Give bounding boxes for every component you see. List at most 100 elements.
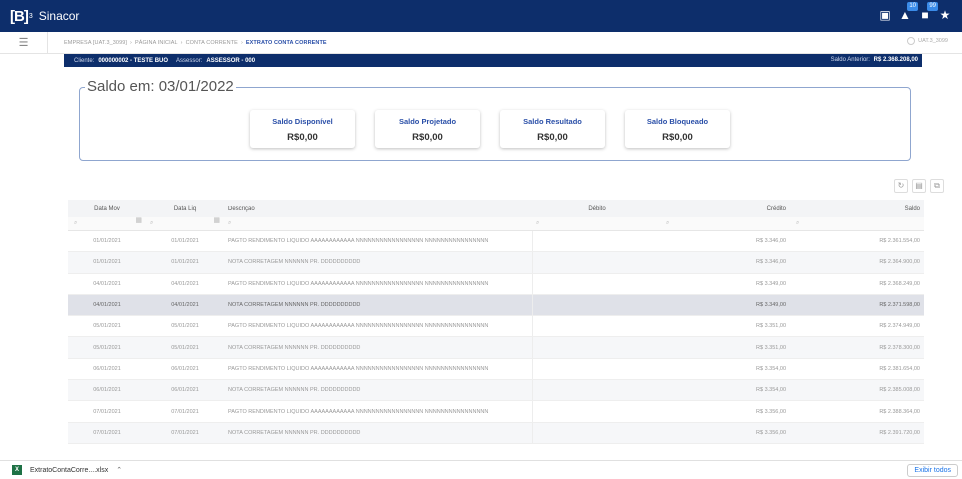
cell-descricao: NOTA CORRETAGEM NNNNNN PR. DDDDDDDDDD [228, 344, 361, 351]
notification-icon[interactable]: ▲ 10 [898, 2, 918, 22]
col-header-descricao[interactable]: Descrição [224, 206, 532, 212]
cell-data-liq: 04/01/2021 [171, 280, 199, 287]
table-row[interactable]: 06/01/2021 06/01/2021 PAGTO RENDIMENTO LÍQ… [68, 358, 924, 381]
table-row[interactable]: 05/01/2021 05/01/2021 PAGTO RENDIMENTO LÍQ… [68, 316, 924, 338]
copy-icon[interactable]: ⧉ [930, 179, 944, 193]
cell-descricao: NOTA CORRETAGEM NNNNNN PR. DDDDDDDDDD [228, 259, 361, 266]
cell-credito: R$ 3.351,00 [756, 323, 786, 330]
table-header: Data Mov Data Liq Descrição Débito Crédi… [68, 200, 924, 217]
header-icons: ▣ ▲ 10 ■ 99 ★ [878, 2, 952, 22]
table-row[interactable]: 05/01/2021 05/01/2021 NOTA CORRETAGEM NNNN… [68, 337, 924, 359]
table-row[interactable]: 04/01/2021 04/01/2021 PAGTO RENDIMENTO LÍQ… [68, 273, 924, 295]
calendar-icon[interactable]: ▦ [213, 216, 220, 224]
cell-data-liq: 01/01/2021 [171, 259, 199, 266]
favorite-star-icon[interactable]: ★ [938, 8, 952, 22]
logo-mark: [B] [10, 7, 29, 25]
table-row[interactable]: 01/01/2021 01/01/2021 PAGTO RENDIMENTO LÍQ… [68, 231, 924, 253]
breadcrumb-conta-corrente[interactable]: CONTA CORRENTE [186, 40, 238, 46]
table-actions: ↻ ▤ ⧉ [894, 179, 944, 193]
cell-data-mov: 06/01/2021 [93, 387, 121, 394]
message-badge: 99 [927, 2, 938, 11]
card-value: R$0,00 [412, 132, 443, 143]
card-value: R$0,00 [537, 132, 568, 143]
user-name: UAT.3_3099 [918, 38, 948, 44]
col-header-credito[interactable]: Crédito [662, 206, 792, 212]
card-label: Saldo Disponível [272, 117, 333, 126]
assessor-value: ASSESSOR - 000 [206, 57, 256, 64]
notification-badge: 10 [907, 2, 918, 11]
cell-data-mov: 01/01/2021 [93, 238, 121, 245]
filter-saldo[interactable]: ⌕ [792, 220, 924, 227]
breadcrumb-bar: ☰ EMPRESA [UAT.3_3099] › PÁGINA INICIAL › … [0, 31, 962, 54]
cell-data-mov: 05/01/2021 [93, 344, 121, 351]
document-icon[interactable]: ▤ [912, 179, 926, 193]
card-label: Saldo Resultado [523, 117, 582, 126]
card-saldo-resultado: Saldo Resultado R$0,00 [500, 110, 605, 148]
col-header-data-liq[interactable]: Data Liq [146, 206, 224, 212]
cell-debito [532, 337, 662, 358]
search-icon: ⌕ [796, 220, 800, 226]
breadcrumb-empresa[interactable]: EMPRESA [UAT.3_3099] [64, 40, 127, 46]
cell-credito: R$ 3.356,00 [756, 408, 786, 415]
cell-debito [532, 401, 662, 422]
cell-saldo: R$ 2.381.654,00 [879, 365, 920, 372]
card-saldo-projetado: Saldo Projetado R$0,00 [375, 110, 480, 148]
download-filename[interactable]: ExtratoContaCorre....xlsx [30, 467, 108, 474]
table-row[interactable]: 07/01/2021 07/01/2021 PAGTO RENDIMENTO LÍQ… [68, 401, 924, 423]
window-icon[interactable]: ▣ [878, 8, 892, 22]
saldo-title: Saldo em: 03/01/2022 [85, 78, 236, 95]
cell-credito: R$ 3.349,00 [756, 302, 786, 309]
cell-debito [532, 231, 662, 252]
cell-debito [532, 316, 662, 337]
message-icon[interactable]: ■ 99 [918, 2, 938, 22]
cell-data-mov: 06/01/2021 [93, 365, 121, 372]
breadcrumb-extrato: EXTRATO CONTA CORRENTE [245, 39, 327, 46]
cell-debito [532, 252, 662, 273]
refresh-icon[interactable]: ↻ [894, 179, 908, 193]
table-row[interactable]: 04/01/2021 04/01/2021 NOTA CORRETAGEM NNNN… [68, 294, 924, 317]
filter-descricao[interactable]: ⌕ [224, 220, 532, 227]
calendar-icon[interactable]: ▦ [135, 216, 142, 224]
search-icon: ⌕ [228, 220, 232, 226]
search-icon: ⌕ [74, 220, 78, 226]
cell-descricao: PAGTO RENDIMENTO LÍQUIDO AAAAAAAAAAAA NN… [228, 280, 489, 287]
cell-debito [532, 294, 662, 316]
cell-data-liq: 01/01/2021 [171, 238, 199, 245]
download-bar: X ExtratoContaCorre....xlsx ⌃ Exibir tod… [0, 460, 962, 479]
filter-data-liq[interactable]: ⌕ ▦ [146, 217, 224, 227]
cell-saldo: R$ 2.391.720,00 [879, 429, 920, 436]
logo-superscript: 3 [28, 12, 33, 20]
filter-credito[interactable]: ⌕ [662, 220, 792, 227]
table-row[interactable]: 07/01/2021 07/01/2021 NOTA CORRETAGEM NNNN… [68, 422, 924, 444]
saldo-anterior: Saldo Anterior: R$ 2.368.208,00 [831, 57, 918, 63]
filter-data-mov[interactable]: ⌕ ▦ [68, 217, 146, 227]
col-header-saldo[interactable]: Saldo [792, 206, 924, 212]
table-row[interactable]: 06/01/2021 06/01/2021 NOTA CORRETAGEM NNNN… [68, 380, 924, 402]
col-header-debito[interactable]: Débito [532, 200, 662, 217]
filter-debito[interactable]: ⌕ [532, 217, 662, 230]
menu-icon[interactable]: ☰ [0, 31, 48, 54]
cliente-value: 000000002 - TESTE BUO [98, 57, 169, 64]
col-header-data-mov[interactable]: Data Mov [68, 206, 146, 212]
assessor-label: Assessor: [176, 57, 203, 64]
app-logo[interactable]: [B] 3 Sinacor [10, 8, 79, 25]
card-label: Saldo Projetado [398, 117, 457, 126]
table-body: 01/01/2021 01/01/2021 PAGTO RENDIMENTO LÍQ… [68, 231, 924, 444]
cell-data-mov: 04/01/2021 [93, 302, 121, 309]
chevron-up-icon[interactable]: ⌃ [116, 466, 122, 474]
cell-descricao: NOTA CORRETAGEM NNNNNN PR. DDDDDDDDDD [228, 387, 361, 394]
cell-credito: R$ 3.356,00 [756, 429, 786, 436]
show-all-button[interactable]: Exibir todos [907, 464, 958, 477]
cell-saldo: R$ 2.388.364,00 [879, 408, 920, 415]
cell-credito: R$ 3.354,00 [756, 387, 786, 394]
app-header: [B] 3 Sinacor ▣ ▲ 10 ■ 99 ★ [0, 0, 962, 32]
card-value: R$0,00 [662, 132, 693, 143]
saldo-anterior-value: R$ 2.368.208,00 [873, 57, 918, 63]
breadcrumb: EMPRESA [UAT.3_3099] › PÁGINA INICIAL › CO… [64, 39, 327, 46]
table-row[interactable]: 01/01/2021 01/01/2021 NOTA CORRETAGEM NNNN… [68, 252, 924, 274]
cell-saldo: R$ 2.371.598,00 [879, 302, 920, 309]
cell-data-liq: 04/01/2021 [171, 302, 199, 309]
cell-descricao: PAGTO RENDIMENTO LÍQUIDO AAAAAAAAAAAA NN… [228, 323, 489, 330]
breadcrumb-pagina-inicial[interactable]: PÁGINA INICIAL [135, 40, 178, 46]
user-chip[interactable]: UAT.3_3099 [907, 37, 948, 45]
